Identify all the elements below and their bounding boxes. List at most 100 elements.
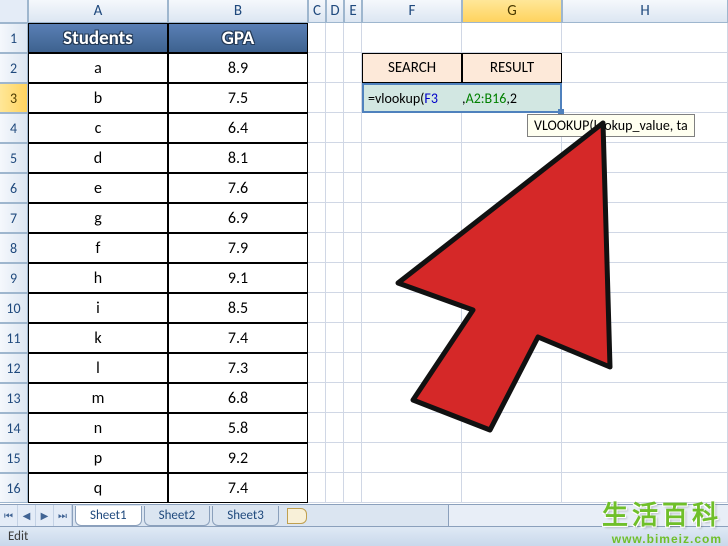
cell-G3[interactable]: ,A2:B16,2: [462, 83, 562, 113]
cell-D9[interactable]: [326, 263, 344, 293]
cell-D13[interactable]: [326, 383, 344, 413]
cell-B15[interactable]: 9.2: [168, 443, 308, 473]
cell-E1[interactable]: [344, 23, 362, 53]
cell-E13[interactable]: [344, 383, 362, 413]
cell-A2[interactable]: a: [28, 53, 168, 83]
cell-D3[interactable]: [326, 83, 344, 113]
sheet-tab-3[interactable]: Sheet3: [212, 506, 279, 526]
cell-H16[interactable]: [562, 473, 728, 503]
row-header-14[interactable]: 14: [0, 413, 28, 443]
cell-B10[interactable]: 8.5: [168, 293, 308, 323]
cell-B12[interactable]: 7.3: [168, 353, 308, 383]
cell-B2[interactable]: 8.9: [168, 53, 308, 83]
cell-F2[interactable]: SEARCH: [362, 53, 462, 83]
cell-C13[interactable]: [308, 383, 326, 413]
sheet-nav-first[interactable]: ⏮: [0, 505, 18, 526]
cell-A11[interactable]: k: [28, 323, 168, 353]
cell-D2[interactable]: [326, 53, 344, 83]
cell-E2[interactable]: [344, 53, 362, 83]
cell-E10[interactable]: [344, 293, 362, 323]
cell-E8[interactable]: [344, 233, 362, 263]
cell-C9[interactable]: [308, 263, 326, 293]
cell-B11[interactable]: 7.4: [168, 323, 308, 353]
cell-C14[interactable]: [308, 413, 326, 443]
sheet-nav-prev[interactable]: ◀: [18, 505, 36, 526]
cell-E7[interactable]: [344, 203, 362, 233]
sheet-tab-2[interactable]: Sheet2: [144, 506, 211, 526]
cell-A13[interactable]: m: [28, 383, 168, 413]
row-header-6[interactable]: 6: [0, 173, 28, 203]
cell-E12[interactable]: [344, 353, 362, 383]
cell-D7[interactable]: [326, 203, 344, 233]
cell-B6[interactable]: 7.6: [168, 173, 308, 203]
cell-F16[interactable]: [362, 473, 462, 503]
cell-C3[interactable]: [308, 83, 326, 113]
cell-D15[interactable]: [326, 443, 344, 473]
cell-B14[interactable]: 5.8: [168, 413, 308, 443]
cell-A15[interactable]: p: [28, 443, 168, 473]
sheet-tab-1[interactable]: Sheet1: [75, 506, 142, 526]
cell-E11[interactable]: [344, 323, 362, 353]
row-header-16[interactable]: 16: [0, 473, 28, 503]
column-header-F[interactable]: F: [362, 0, 462, 23]
row-header-7[interactable]: 7: [0, 203, 28, 233]
cell-D12[interactable]: [326, 353, 344, 383]
new-sheet-button[interactable]: [287, 508, 307, 524]
cell-A7[interactable]: g: [28, 203, 168, 233]
cell-A12[interactable]: l: [28, 353, 168, 383]
cell-C6[interactable]: [308, 173, 326, 203]
cell-B8[interactable]: 7.9: [168, 233, 308, 263]
cell-E16[interactable]: [344, 473, 362, 503]
row-header-1[interactable]: 1: [0, 23, 28, 53]
cell-C11[interactable]: [308, 323, 326, 353]
cell-A14[interactable]: n: [28, 413, 168, 443]
row-header-8[interactable]: 8: [0, 233, 28, 263]
cell-C12[interactable]: [308, 353, 326, 383]
cell-D8[interactable]: [326, 233, 344, 263]
cell-F15[interactable]: [362, 443, 462, 473]
cell-B7[interactable]: 6.9: [168, 203, 308, 233]
cell-B4[interactable]: 6.4: [168, 113, 308, 143]
cell-G15[interactable]: [462, 443, 562, 473]
sheet-nav-last[interactable]: ⏭: [54, 505, 72, 526]
column-header-E[interactable]: E: [344, 0, 362, 23]
cell-C1[interactable]: [308, 23, 326, 53]
cell-E6[interactable]: [344, 173, 362, 203]
cell-C10[interactable]: [308, 293, 326, 323]
cell-C16[interactable]: [308, 473, 326, 503]
cell-E3[interactable]: [344, 83, 362, 113]
cell-B3[interactable]: 7.5: [168, 83, 308, 113]
cell-D16[interactable]: [326, 473, 344, 503]
cell-F1[interactable]: [362, 23, 462, 53]
column-header-D[interactable]: D: [326, 0, 344, 23]
cell-E4[interactable]: [344, 113, 362, 143]
cell-A3[interactable]: b: [28, 83, 168, 113]
cell-H3[interactable]: [562, 83, 728, 113]
cell-A16[interactable]: q: [28, 473, 168, 503]
cell-D10[interactable]: [326, 293, 344, 323]
cell-C5[interactable]: [308, 143, 326, 173]
column-header-H[interactable]: H: [562, 0, 728, 23]
row-header-3[interactable]: 3: [0, 83, 28, 113]
cell-H2[interactable]: [562, 53, 728, 83]
column-header-C[interactable]: C: [308, 0, 326, 23]
row-header-10[interactable]: 10: [0, 293, 28, 323]
cell-H15[interactable]: [562, 443, 728, 473]
cell-E15[interactable]: [344, 443, 362, 473]
row-header-5[interactable]: 5: [0, 143, 28, 173]
cell-A9[interactable]: h: [28, 263, 168, 293]
cell-E5[interactable]: [344, 143, 362, 173]
row-header-15[interactable]: 15: [0, 443, 28, 473]
cell-D4[interactable]: [326, 113, 344, 143]
cell-A8[interactable]: f: [28, 233, 168, 263]
cell-E9[interactable]: [344, 263, 362, 293]
cell-G1[interactable]: [462, 23, 562, 53]
column-header-A[interactable]: A: [28, 0, 168, 23]
cell-C15[interactable]: [308, 443, 326, 473]
cell-G2[interactable]: RESULT: [462, 53, 562, 83]
row-header-12[interactable]: 12: [0, 353, 28, 383]
cell-D6[interactable]: [326, 173, 344, 203]
cell-G16[interactable]: [462, 473, 562, 503]
cell-E14[interactable]: [344, 413, 362, 443]
cell-B13[interactable]: 6.8: [168, 383, 308, 413]
